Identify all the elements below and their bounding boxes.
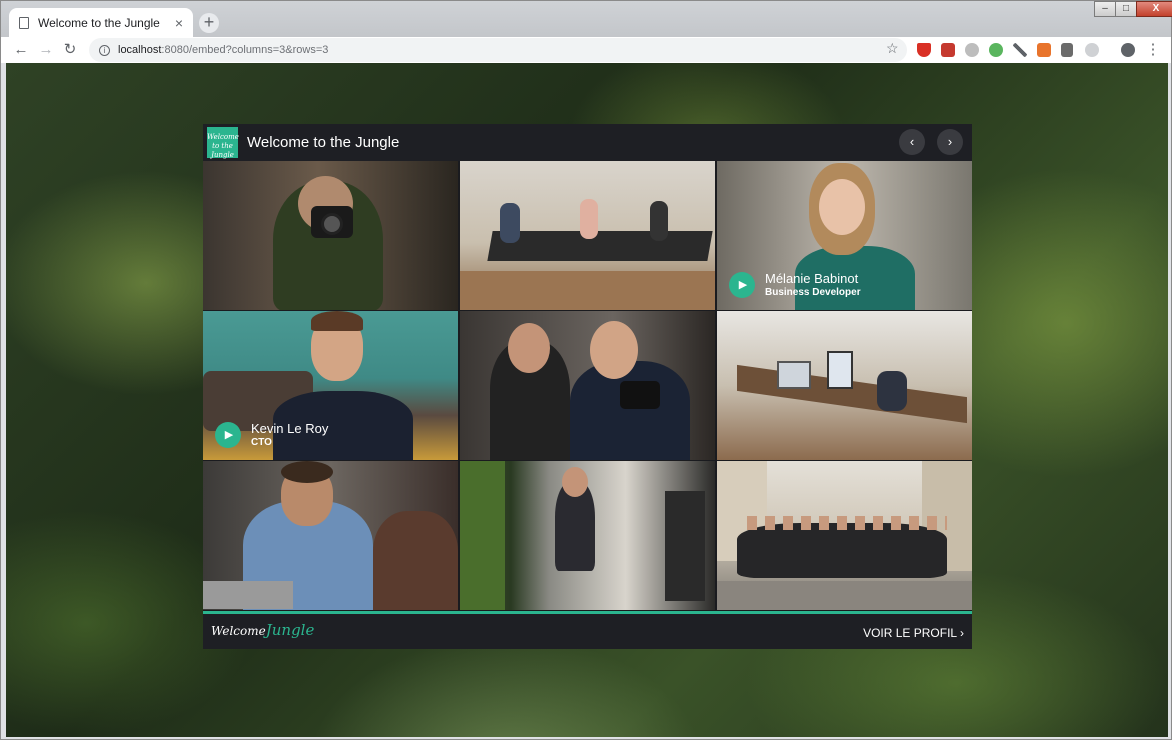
widget-header: Welcome to the Jungle Welcome to the Jun… (203, 124, 972, 161)
photo-kevin[interactable]: ▶ Kevin Le Roy CTO (203, 311, 458, 460)
eyedropper-extension-icon[interactable] (1013, 43, 1027, 57)
page-background: Welcome to the Jungle Welcome to the Jun… (6, 63, 1168, 737)
footer-logo: WelcomeJungle (211, 621, 314, 639)
person-overlay: ▶ Mélanie Babinot Business Developer (729, 271, 861, 298)
play-icon[interactable]: ▶ (729, 271, 755, 298)
widget-footer: WelcomeJungle VOIR LE PROFIL › (203, 611, 972, 649)
red-extension-icon[interactable] (941, 43, 955, 57)
photo-desks[interactable] (717, 311, 972, 460)
tab-close-icon[interactable]: × (175, 15, 183, 31)
orange-extension-icon[interactable] (1037, 43, 1051, 57)
widget-title: Welcome to the Jungle (247, 134, 400, 151)
green-extension-icon[interactable] (989, 43, 1003, 57)
photo-phone-booth[interactable] (460, 461, 715, 610)
person-overlay: ▶ Kevin Le Roy CTO (215, 421, 328, 448)
photo-team-street[interactable] (717, 461, 972, 610)
bookmark-star-icon[interactable]: ☆ (886, 40, 899, 57)
maximize-button[interactable]: □ (1115, 1, 1137, 17)
footer-logo-text: Welcome (211, 624, 266, 638)
browser-tab[interactable]: Welcome to the Jungle × (9, 8, 193, 38)
tab-title: Welcome to the Jungle (38, 16, 160, 30)
next-button[interactable]: › (937, 129, 963, 155)
menu-icon[interactable]: ⋮ (1143, 40, 1163, 60)
new-tab-button[interactable]: + (199, 13, 219, 33)
company-logo: Welcome to the Jungle (207, 127, 239, 159)
person-name: Mélanie Babinot (765, 271, 859, 286)
jungle-widget: Welcome to the Jungle Welcome to the Jun… (203, 124, 972, 649)
reload-button[interactable]: ↻ (60, 40, 80, 60)
photo-open-office[interactable] (460, 161, 715, 310)
back-button[interactable]: ← (11, 40, 31, 60)
forward-button[interactable]: → (36, 40, 56, 60)
photo-photographer[interactable] (203, 161, 458, 310)
footer-logo-script: Jungle (265, 621, 315, 639)
browser-window: Welcome to the Jungle × + – □ X ← → ↻ i … (0, 0, 1172, 740)
person-role: CTO (251, 437, 272, 448)
gray-circle-extension-icon[interactable] (1085, 43, 1099, 57)
title-bar: Welcome to the Jungle × + – □ X (1, 1, 1172, 38)
code-extension-icon[interactable] (1061, 43, 1073, 57)
play-icon[interactable]: ▶ (215, 421, 241, 448)
profile-icon[interactable] (1121, 43, 1135, 57)
photo-laptop-man[interactable] (203, 461, 458, 610)
document-icon (19, 17, 29, 29)
view-profile-link[interactable]: VOIR LE PROFIL › (863, 626, 964, 640)
browser-toolbar: ← → ↻ i localhost:8080/embed?columns=3&r… (1, 37, 1171, 63)
shield-extension-icon[interactable] (917, 43, 931, 57)
person-name: Kevin Le Roy (251, 421, 329, 436)
url-host: localhost (118, 44, 162, 56)
person-role: Business Developer (765, 287, 861, 298)
url-path: :8080/embed?columns=3&rows=3 (161, 44, 329, 56)
info-icon[interactable]: i (99, 44, 110, 56)
address-bar[interactable]: i localhost:8080/embed?columns=3&rows=3 (89, 38, 907, 62)
photo-grid: ▶ Mélanie Babinot Business Developer ▶ K… (203, 161, 972, 611)
photo-melanie[interactable]: ▶ Mélanie Babinot Business Developer (717, 161, 972, 310)
gray-extension-icon[interactable] (965, 43, 979, 57)
photo-camera-couple[interactable] (460, 311, 715, 460)
minimize-button[interactable]: – (1094, 1, 1116, 17)
close-window-button[interactable]: X (1136, 1, 1172, 17)
prev-button[interactable]: ‹ (899, 129, 925, 155)
